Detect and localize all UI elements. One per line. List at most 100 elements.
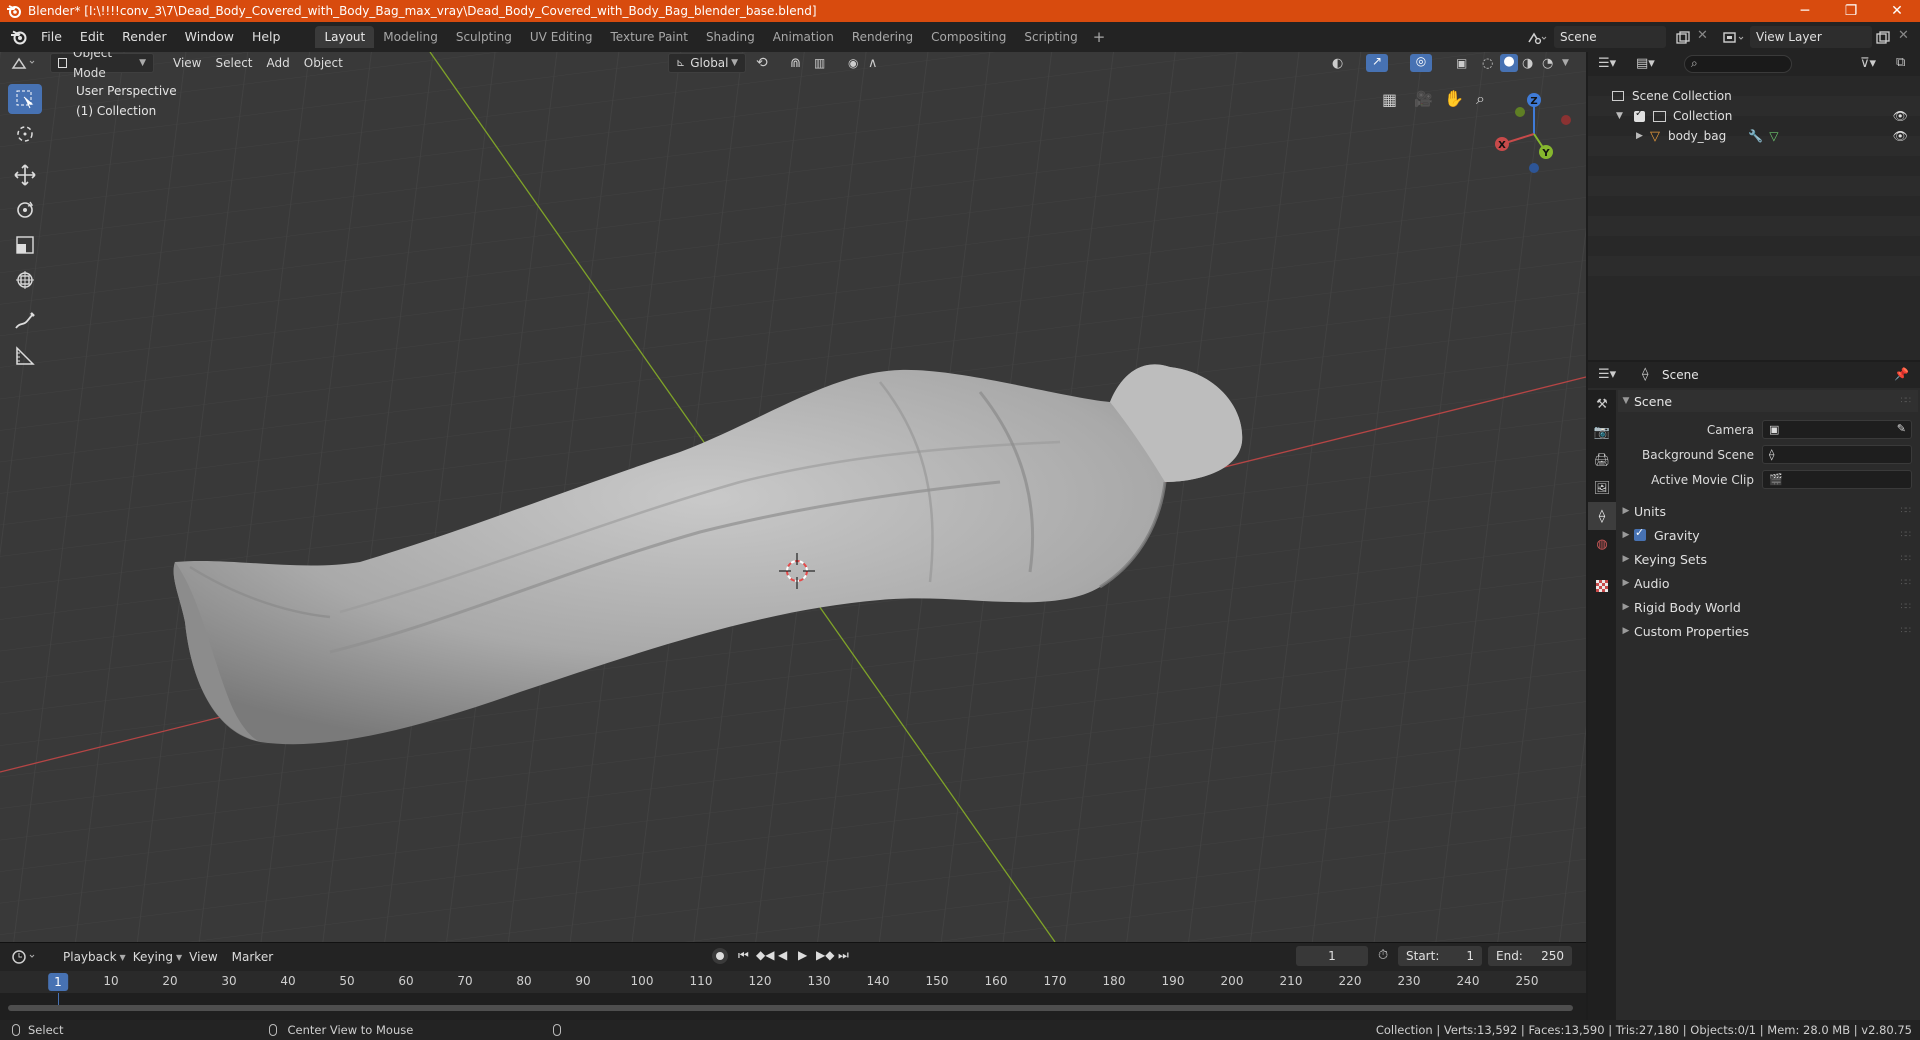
tab-texture[interactable] [1588, 572, 1616, 600]
delete-scene-icon[interactable]: ✕ [1697, 28, 1708, 43]
eye-icon[interactable]: 👁 [1893, 109, 1908, 123]
jump-start-icon[interactable]: ⏮ [738, 948, 749, 963]
visibility-icon[interactable]: ◐ [1332, 56, 1343, 71]
menu-help[interactable]: Help [243, 26, 290, 48]
tab-modeling[interactable]: Modeling [374, 26, 447, 48]
outliner-row-collection[interactable]: ▼ ✓ Collection 👁 [1588, 106, 1920, 126]
panel-grip-icon[interactable]: ∷∷ [1901, 626, 1912, 636]
tab-view-layer[interactable]: 🖼 [1588, 474, 1616, 502]
annotate-tool[interactable] [8, 306, 42, 336]
gravity-checkbox[interactable]: ✓ [1634, 526, 1646, 541]
viewport-menu-view[interactable]: View [166, 53, 208, 73]
viewport-menu-add[interactable]: Add [260, 53, 297, 73]
viewport-menu-object[interactable]: Object [297, 53, 350, 73]
outliner-row-scene-collection[interactable]: Scene Collection [1588, 86, 1920, 106]
select-box-tool[interactable] [8, 84, 42, 114]
scene-panel-header[interactable]: ▼ Scene ∷∷ [1618, 390, 1918, 412]
panel-grip-icon[interactable]: ∷∷ [1901, 396, 1912, 406]
menu-edit[interactable]: Edit [71, 26, 113, 48]
navigation-gizmo[interactable]: Z X Y [1488, 88, 1580, 180]
camera-view-icon[interactable]: 🎥 [1414, 90, 1433, 108]
tab-animation[interactable]: Animation [764, 26, 843, 48]
tab-scripting[interactable]: Scripting [1015, 26, 1086, 48]
collection-include-checkbox[interactable]: ✓ [1634, 108, 1645, 122]
background-scene-field[interactable]: ⟠ [1762, 445, 1912, 464]
tab-output[interactable]: 🖨 [1588, 446, 1616, 474]
gizmo-toggle-icon[interactable]: ↗ [1366, 54, 1388, 72]
active-movie-clip-field[interactable]: 🎬 [1762, 470, 1912, 489]
panel-grip-icon[interactable]: ∷∷ [1901, 530, 1912, 540]
wireframe-shading-icon[interactable]: ◌ [1482, 56, 1493, 71]
properties-editor-type-icon[interactable]: ☰▾ [1598, 367, 1616, 382]
transform-tool[interactable] [8, 265, 42, 295]
outliner-row-body-bag[interactable]: ▶ ▽ body_bag 🔧 ▽ 👁 [1588, 126, 1920, 146]
rigid-body-world-panel-header[interactable]: ▶ Rigid Body World ∷∷ [1618, 596, 1918, 618]
outliner-editor-type-icon[interactable]: ☰▾ [1598, 56, 1616, 71]
units-panel-header[interactable]: ▶ Units ∷∷ [1618, 500, 1918, 522]
jump-prev-keyframe-icon[interactable]: ◆◀ [756, 948, 774, 962]
filter-icon[interactable]: ⊽▾ [1860, 56, 1876, 71]
mesh-data-icon[interactable]: ▽ [1769, 129, 1778, 143]
rendered-shading-icon[interactable]: ◔ [1542, 56, 1553, 71]
display-mode-icon[interactable]: ▤▾ [1636, 56, 1655, 71]
tab-render[interactable]: 📷 [1588, 418, 1616, 446]
viewport-menu-select[interactable]: Select [208, 53, 259, 73]
pin-icon[interactable]: 📌 [1894, 367, 1909, 381]
toggle-view-grid-icon[interactable]: ▦ [1382, 90, 1397, 109]
snap-icon[interactable]: ⋒ [790, 56, 801, 71]
timeline-menu-keying[interactable]: Keying [126, 947, 180, 967]
frame-ruler[interactable]: 1 10 20 30 40 50 60 70 80 90 100 110 120… [0, 971, 1586, 993]
record-button[interactable] [712, 948, 728, 964]
new-collection-icon[interactable]: ⧉ [1896, 55, 1905, 70]
timeline-scrollbar[interactable] [8, 1005, 1573, 1011]
expand-chevron-icon[interactable]: ▶ [1636, 131, 1648, 141]
close-button[interactable]: ✕ [1874, 0, 1920, 22]
editor-type-icon[interactable] [10, 54, 40, 72]
delete-view-layer-icon[interactable]: ✕ [1898, 28, 1909, 43]
use-preview-range-icon[interactable]: ⏱ [1378, 948, 1388, 963]
scene-browse-icon[interactable] [1526, 30, 1548, 46]
add-workspace-icon[interactable]: + [1087, 28, 1112, 46]
outliner-search-input[interactable]: ⌕ [1684, 55, 1792, 73]
menu-window[interactable]: Window [176, 26, 243, 48]
play-reverse-icon[interactable]: ◀ [778, 948, 787, 962]
pan-view-icon[interactable]: ✋ [1444, 89, 1464, 108]
tab-uv-editing[interactable]: UV Editing [521, 26, 602, 48]
cursor-tool[interactable] [8, 119, 42, 149]
expand-chevron-icon[interactable]: ▼ [1616, 111, 1628, 121]
gravity-panel-header[interactable]: ▶ ✓ Gravity ∷∷ [1618, 524, 1918, 546]
shading-options-icon[interactable]: ▼ [1562, 58, 1569, 68]
panel-grip-icon[interactable]: ∷∷ [1901, 506, 1912, 516]
start-frame-field[interactable]: Start: 1 [1398, 946, 1482, 966]
blender-menu-icon[interactable] [10, 28, 28, 46]
xray-toggle-icon[interactable]: ▣ [1456, 56, 1467, 70]
move-tool[interactable] [8, 160, 42, 190]
solid-shading-icon[interactable]: ● [1500, 54, 1518, 72]
overlay-toggle-icon[interactable]: ◎ [1410, 54, 1432, 72]
timeline-body[interactable] [0, 993, 1586, 1021]
tab-rendering[interactable]: Rendering [843, 26, 922, 48]
timeline-menu-marker[interactable]: Marker [225, 947, 280, 967]
eyedropper-icon[interactable]: ✎ [1897, 422, 1906, 435]
jump-next-keyframe-icon[interactable]: ▶◆ [816, 948, 834, 962]
view-layer-browse-icon[interactable] [1722, 30, 1746, 46]
end-frame-field[interactable]: End: 250 [1488, 946, 1572, 966]
modifier-wrench-icon[interactable]: 🔧 [1748, 129, 1763, 143]
snap-target-icon[interactable]: ▥ [814, 56, 825, 70]
view-layer-selector[interactable]: View Layer [1750, 26, 1872, 48]
panel-grip-icon[interactable]: ∷∷ [1901, 602, 1912, 612]
new-scene-icon[interactable] [1676, 31, 1690, 45]
scale-tool[interactable] [8, 230, 42, 260]
jump-end-icon[interactable]: ⏭ [838, 948, 849, 963]
pivot-point-icon[interactable]: ⟲ [756, 55, 768, 71]
menu-file[interactable]: File [32, 26, 71, 48]
maximize-button[interactable]: ❐ [1828, 0, 1874, 22]
eye-icon[interactable]: 👁 [1893, 129, 1908, 143]
keying-sets-panel-header[interactable]: ▶ Keying Sets ∷∷ [1618, 548, 1918, 570]
tab-shading[interactable]: Shading [697, 26, 764, 48]
tab-layout[interactable]: Layout [315, 26, 375, 48]
minimize-button[interactable]: ─ [1782, 0, 1828, 22]
zoom-view-icon[interactable]: ⌕ [1476, 89, 1485, 109]
tab-scene[interactable]: ⟠ [1588, 502, 1616, 530]
rotate-tool[interactable] [8, 195, 42, 225]
